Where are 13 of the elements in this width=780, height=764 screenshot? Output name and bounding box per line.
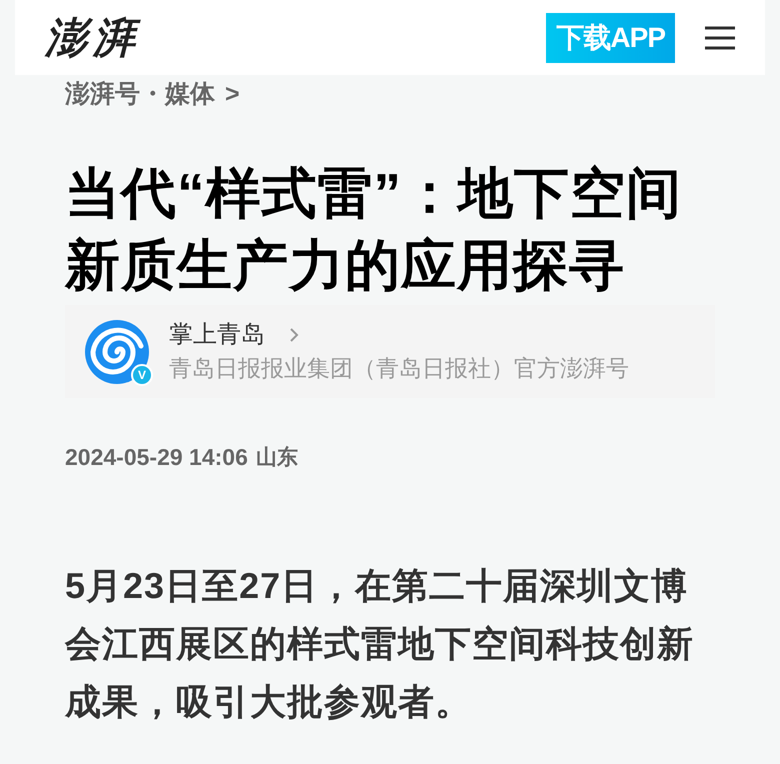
author-name[interactable]: 掌上青岛 (169, 318, 265, 350)
spiral-avatar-icon (85, 320, 149, 384)
location: 山东 (256, 444, 298, 470)
logo[interactable]: 澎湃 (45, 16, 141, 58)
breadcrumb-arrow[interactable]: > (225, 76, 240, 114)
chevron-right-icon[interactable] (289, 326, 299, 342)
menu-icon[interactable] (705, 26, 735, 50)
author-description: 青岛日报报业集团（青岛日报社）官方澎湃号 (169, 354, 629, 382)
publish-time: 2024-05-29 14:06 (65, 443, 248, 472)
verified-badge: V (131, 364, 153, 386)
article-title: 当代“样式雷”：地下空间新质生产力的应用探寻 (65, 161, 683, 298)
article-paragraph: 5月23日至27日，在第二十届深圳文博会江西展区的样式雷地下空间科技创新成果，吸引大批参观者。 (65, 564, 695, 724)
breadcrumb-link[interactable]: 澎湃号・媒体 (65, 76, 215, 114)
